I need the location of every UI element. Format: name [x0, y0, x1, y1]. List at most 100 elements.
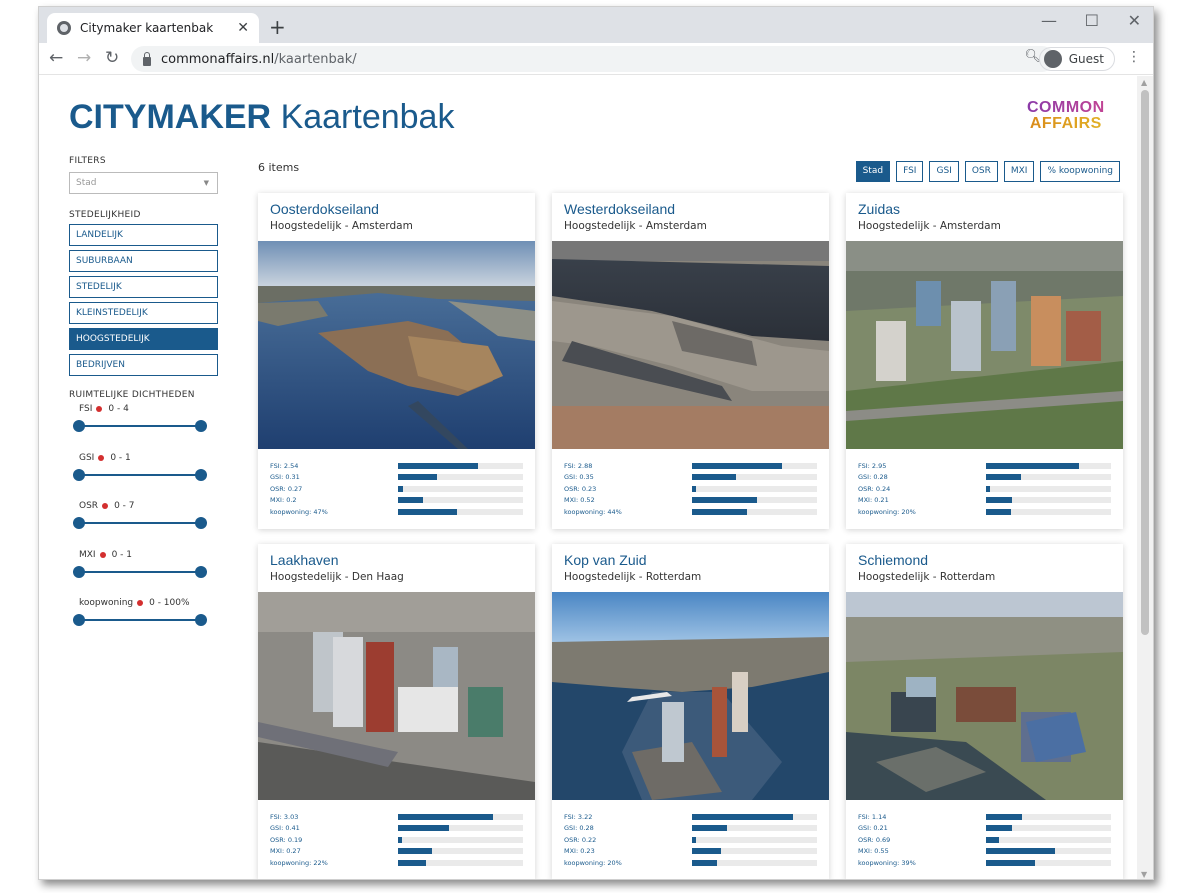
stat-label: MXI: 0.52	[564, 496, 595, 505]
range-track[interactable]	[79, 570, 200, 573]
project-card[interactable]: Laakhaven Hoogstedelijk - Den Haag FSI: 3…	[258, 544, 535, 879]
project-card[interactable]: Schiemond Hoogstedelijk - Rotterdam FSI: …	[846, 544, 1123, 879]
stat-row: GSI: 0.35	[564, 472, 817, 484]
stat-bar-fill	[986, 825, 1013, 832]
browser-tab[interactable]: Citymaker kaartenbak ✕	[47, 13, 259, 43]
card-subtitle: Hoogstedelijk - Rotterdam	[564, 571, 702, 583]
stedelijkheid-option-bedrijven[interactable]: BEDRIJVEN	[69, 354, 218, 376]
info-icon[interactable]	[102, 503, 109, 509]
forward-icon[interactable]: →	[77, 48, 91, 68]
stedelijkheid-option-hoogstedelijk[interactable]: HOOGSTEDELIJK	[69, 328, 218, 350]
card-title[interactable]: Oosterdokseiland	[270, 201, 379, 217]
aerial-photo[interactable]	[846, 241, 1123, 449]
info-icon[interactable]	[137, 600, 144, 606]
range-max-handle[interactable]	[195, 565, 207, 578]
stat-bar-fill	[398, 474, 437, 481]
card-title[interactable]: Kop van Zuid	[564, 552, 647, 568]
stat-bar-fill	[986, 836, 999, 843]
scroll-up-icon[interactable]: ▲	[1141, 78, 1147, 87]
range-max-handle[interactable]	[195, 614, 207, 626]
aerial-photo[interactable]	[846, 592, 1123, 800]
new-tab-icon[interactable]: +	[269, 15, 286, 39]
minimize-icon[interactable]: —	[1041, 11, 1057, 30]
back-icon[interactable]: ←	[49, 48, 63, 68]
city-select[interactable]: Stad ▼	[69, 172, 218, 194]
range-track[interactable]	[79, 619, 200, 621]
reload-icon[interactable]: ↻	[105, 48, 119, 68]
card-title[interactable]: Zuidas	[858, 201, 900, 217]
range-min-handle[interactable]	[73, 614, 85, 626]
sort-button-koopwoning[interactable]: % koopwoning	[1040, 161, 1120, 182]
range-min-handle[interactable]	[73, 565, 85, 578]
info-icon[interactable]	[99, 551, 106, 558]
aerial-photo[interactable]	[552, 241, 829, 449]
stat-row: MXI: 0.27	[270, 846, 523, 858]
brand-light: Kaartenbak	[280, 98, 455, 136]
scroll-down-icon[interactable]: ▼	[1141, 870, 1147, 879]
scrollbar[interactable]: ▲ ▼	[1137, 76, 1153, 879]
stat-label: GSI: 0.35	[564, 473, 594, 482]
range-min-handle[interactable]	[73, 517, 85, 529]
aerial-photo[interactable]	[258, 241, 535, 449]
stat-row: GSI: 0.21	[858, 823, 1111, 835]
logo-line-1: COMMON	[1027, 99, 1105, 116]
info-icon[interactable]	[96, 406, 103, 412]
aerial-photo[interactable]	[552, 592, 829, 800]
page-content: CITYMAKER Kaartenbak COMMON AFFAIRS FILT…	[39, 76, 1139, 879]
range-slider-fsi: FSI 0 - 4	[69, 400, 219, 449]
profile-button[interactable]: Guest	[1038, 47, 1115, 71]
range-max-handle[interactable]	[195, 517, 207, 529]
range-track[interactable]	[79, 473, 200, 476]
stat-label: GSI: 0.28	[858, 473, 888, 482]
stat-label: MXI: 0.23	[564, 847, 595, 856]
range-slider-osr: OSR 0 - 7	[69, 497, 219, 546]
url-field[interactable]: commonaffairs.nl/kaartenbak/	[131, 46, 1055, 72]
stat-bar-fill	[692, 825, 727, 832]
stat-bar	[986, 825, 1111, 832]
project-card[interactable]: Kop van Zuid Hoogstedelijk - Rotterdam FS…	[552, 544, 829, 879]
filters-heading: FILTERS	[69, 156, 106, 166]
sort-button-mxi[interactable]: MXI	[1003, 161, 1035, 182]
stedelijkheid-option-kleinstedelijk[interactable]: KLEINSTEDELIJK	[69, 302, 218, 324]
stat-bar-fill	[692, 462, 782, 469]
card-title[interactable]: Westerdokseiland	[564, 201, 675, 217]
sort-button-osr[interactable]: OSR	[964, 161, 998, 182]
sort-button-fsi[interactable]: FSI	[896, 161, 924, 182]
stat-bar	[692, 836, 817, 843]
range-max-handle[interactable]	[195, 468, 207, 481]
stat-label: MXI: 0.21	[858, 496, 889, 505]
card-stats: FSI: 2.95 GSI: 0.28 OSR: 0.24 MXI: 0.21 koop…	[858, 460, 1111, 518]
stedelijkheid-option-landelijk[interactable]: LANDELIJK	[69, 224, 218, 246]
stedelijkheid-option-stedelijk[interactable]: STEDELIJK	[69, 276, 218, 298]
card-title[interactable]: Laakhaven	[270, 552, 339, 568]
range-min-handle[interactable]	[73, 420, 85, 432]
stat-label: koopwoning: 39%	[858, 858, 916, 867]
project-card[interactable]: Zuidas Hoogstedelijk - Amsterdam FSI: 2.9…	[846, 193, 1123, 529]
stat-bar-fill	[398, 497, 423, 504]
menu-icon[interactable]: ⋮	[1127, 49, 1141, 65]
sort-button-gsi[interactable]: GSI	[929, 161, 959, 182]
scroll-thumb[interactable]	[1141, 90, 1149, 635]
stat-bar	[692, 474, 817, 481]
range-min-handle[interactable]	[73, 468, 85, 481]
stat-row: OSR: 0.22	[564, 834, 817, 846]
aerial-photo[interactable]	[258, 592, 535, 800]
range-track[interactable]	[79, 522, 200, 524]
common-affairs-logo[interactable]: COMMON AFFAIRS	[1027, 100, 1105, 132]
stat-bar	[398, 485, 523, 492]
info-icon[interactable]	[98, 454, 105, 461]
stedelijkheid-option-suburbaan[interactable]: SUBURBAAN	[69, 250, 218, 272]
project-card[interactable]: Oosterdokseiland Hoogstedelijk - Amsterda…	[258, 193, 535, 529]
close-tab-icon[interactable]: ✕	[237, 20, 249, 36]
range-max-handle[interactable]	[195, 420, 207, 432]
maximize-icon[interactable]: ☐	[1085, 11, 1099, 30]
logo-line-2: AFFAIRS	[1027, 116, 1105, 132]
close-window-icon[interactable]: ✕	[1128, 11, 1141, 30]
stat-row: koopwoning: 47%	[270, 506, 523, 518]
range-track[interactable]	[79, 425, 200, 427]
stat-row: koopwoning: 20%	[564, 857, 817, 869]
card-title[interactable]: Schiemond	[858, 552, 928, 568]
project-card[interactable]: Westerdokseiland Hoogstedelijk - Amsterda…	[552, 193, 829, 529]
address-bar: ← → ↻ commonaffairs.nl/kaartenbak/ 🔍︎ Gu…	[39, 43, 1153, 75]
sort-button-stad[interactable]: Stad	[855, 161, 891, 182]
